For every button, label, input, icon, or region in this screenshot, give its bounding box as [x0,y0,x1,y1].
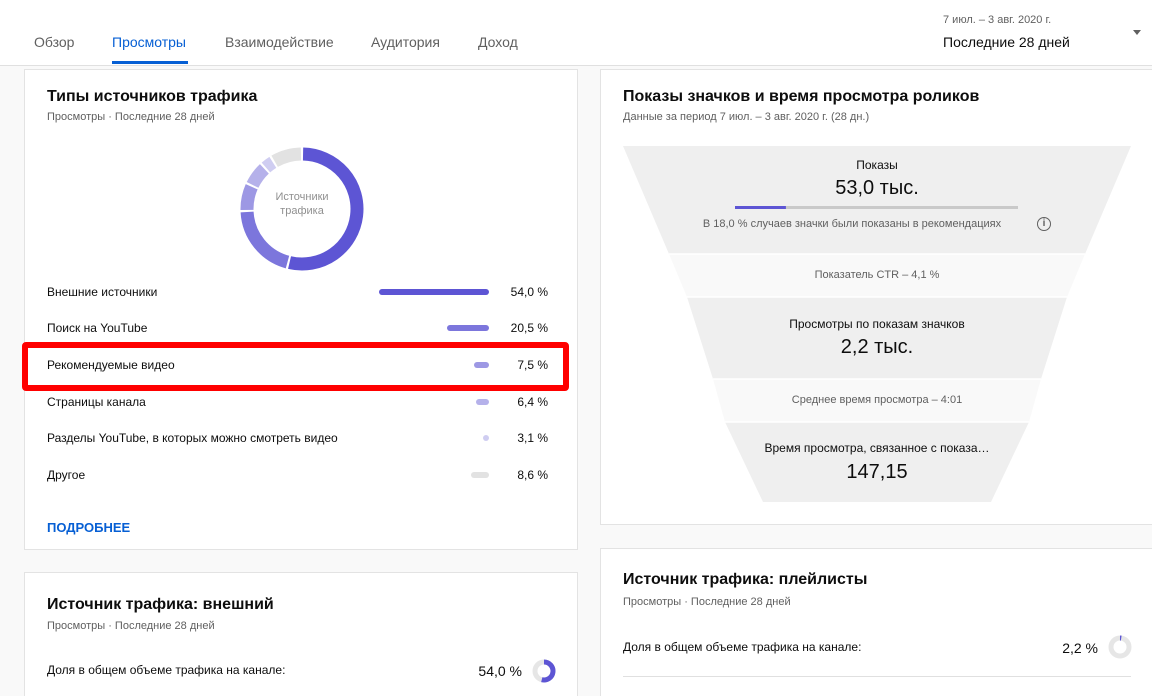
traffic-source-row[interactable]: Поиск на YouTube 20,5 % [25,310,577,346]
active-tab-indicator [112,61,188,64]
dropdown-arrow-icon[interactable] [1133,30,1141,35]
card-subtitle: Просмотры · Последние 28 дней [623,596,791,608]
traffic-source-name: Поиск на YouTube [47,321,148,335]
traffic-source-bar [474,362,489,368]
traffic-source-percent: 20,5 % [510,321,548,335]
channel-traffic-share-value: 2,2 % [1062,640,1098,656]
tab-engagement[interactable]: Взаимодействие [225,34,334,50]
traffic-source-bar [379,289,489,295]
share-ring-icon [1108,635,1132,659]
tab-views[interactable]: Просмотры [112,34,186,50]
impressions-label: Показы [856,158,898,172]
analytics-header: Обзор Просмотры Взаимодействие Аудитория… [0,0,1152,66]
traffic-source-bar [471,472,489,478]
card-title: Источник трафика: плейлисты [623,571,868,588]
traffic-source-row[interactable]: Рекомендуемые видео 7,5 % [25,347,577,383]
tab-audience[interactable]: Аудитория [371,34,440,50]
traffic-source-row[interactable]: Страницы канала 6,4 % [25,384,577,420]
traffic-source-name: Рекомендуемые видео [47,358,175,372]
channel-traffic-share-value: 54,0 % [478,663,522,679]
ctr-label: Показатель CTR – 4,1 % [814,269,940,281]
impressions-progress-fill [735,206,786,209]
card-title: Источник трафика: внешний [47,596,274,613]
traffic-source-percent: 54,0 % [510,285,548,299]
tab-overview[interactable]: Обзор [34,34,74,50]
views-from-impressions-value: 2,2 тыс. [840,336,914,358]
traffic-source-bar [447,325,489,331]
card-title: Показы значков и время просмотра роликов [623,88,980,105]
watch-time-label: Время просмотра, связанное с показа… [764,441,990,455]
card-subtitle: Просмотры · Последние 28 дней [47,111,215,123]
date-range-selector[interactable]: Последние 28 дней [943,34,1070,50]
tab-revenue[interactable]: Доход [478,34,518,50]
traffic-source-percent: 7,5 % [517,358,548,372]
card-subtitle: Данные за период 7 июл. – 3 авг. 2020 г.… [623,111,870,123]
info-icon[interactable]: i [1037,217,1051,231]
traffic-types-card: Типы источников трафика Просмотры · Посл… [24,69,578,550]
donut-slice [246,164,270,188]
external-source-card: Источник трафика: внешний Просмотры · По… [24,572,578,696]
date-range-dates[interactable]: 7 июл. – 3 авг. 2020 г. [943,14,1051,26]
traffic-source-bar [476,399,489,405]
impressions-funnel-card: Показы значков и время просмотра роликов… [600,69,1152,525]
traffic-source-name: Внешние источники [47,285,158,299]
impressions-value: 53,0 тыс. [835,177,919,199]
traffic-source-percent: 6,4 % [517,395,548,409]
traffic-source-row[interactable]: Внешние источники 54,0 % [25,274,577,310]
share-ring-arc [541,659,556,683]
traffic-source-percent: 8,6 % [517,468,548,482]
channel-traffic-share-label: Доля в общем объеме трафика на канале: [623,640,862,654]
donut-center-label: Источники трафика [275,191,329,217]
more-details-link[interactable]: ПОДРОБНЕЕ [47,520,130,535]
traffic-source-percent: 3,1 % [517,431,548,445]
donut-slice [271,147,302,168]
playlists-source-card: Источник трафика: плейлисты Просмотры · … [600,548,1152,696]
share-ring-icon [532,659,556,683]
traffic-source-name: Страницы канала [47,395,146,409]
donut-slice [240,211,290,269]
watch-time-value: 147,15 [846,461,908,483]
traffic-source-row[interactable]: Разделы YouTube, в которых можно смотрет… [25,420,577,456]
card-title: Типы источников трафика [47,88,258,105]
avg-view-duration-label: Среднее время просмотра – 4:01 [791,394,963,406]
views-from-impressions-label: Просмотры по показам значков [789,317,965,331]
impressions-note: В 18,0 % случаев значки были показаны в … [702,218,1002,230]
donut-slice [240,184,258,211]
traffic-source-name: Другое [47,468,86,482]
donut-slice [261,156,277,173]
channel-traffic-share-label: Доля в общем объеме трафика на канале: [47,663,286,677]
traffic-source-name: Разделы YouTube, в которых можно смотрет… [47,431,338,445]
card-subtitle: Просмотры · Последние 28 дней [47,620,215,632]
divider [623,676,1131,677]
traffic-source-row[interactable]: Другое 8,6 % [25,457,577,493]
traffic-source-bar [483,435,489,441]
